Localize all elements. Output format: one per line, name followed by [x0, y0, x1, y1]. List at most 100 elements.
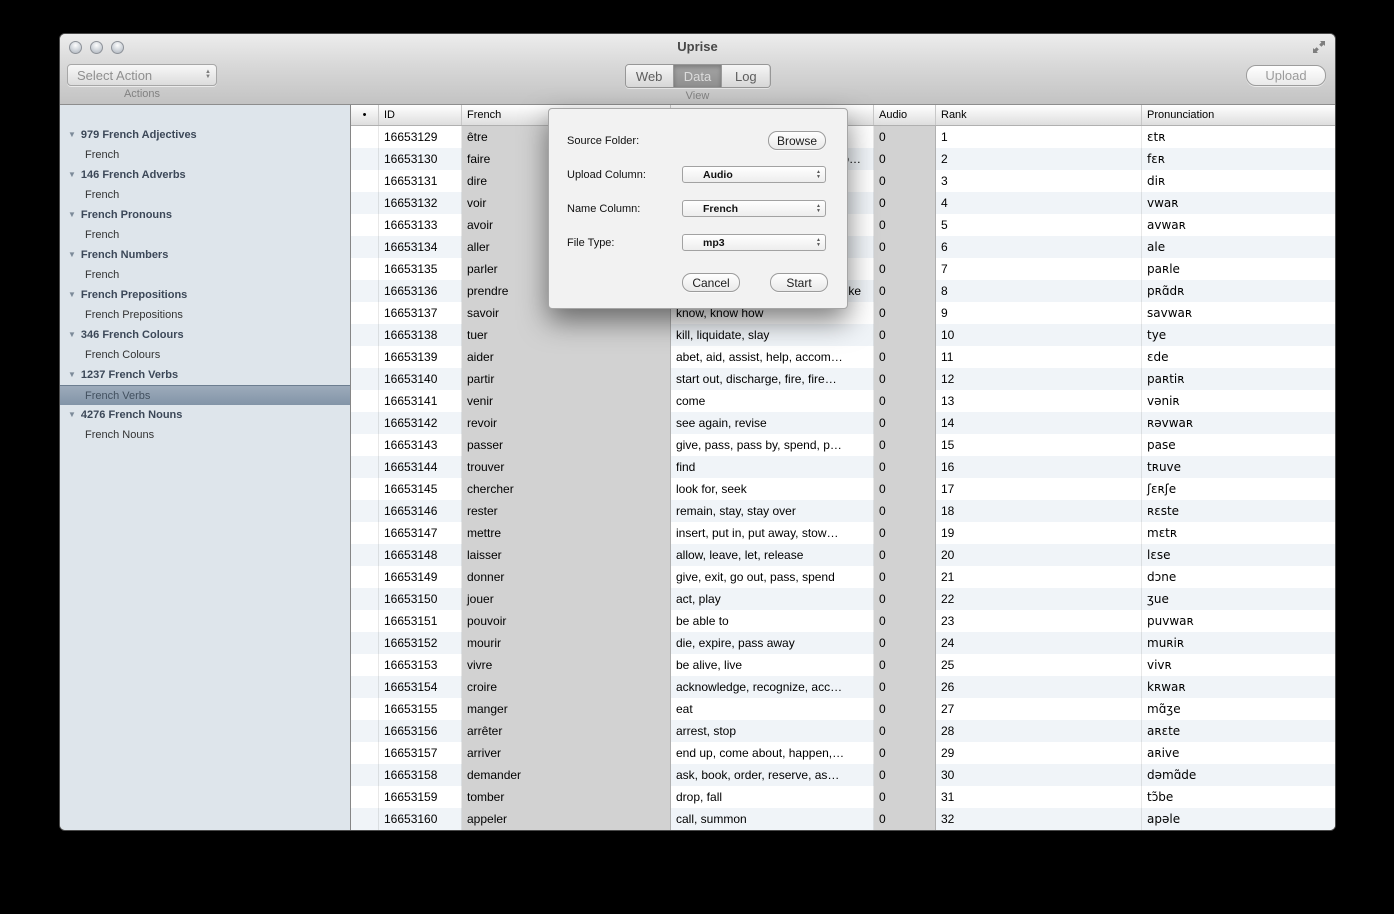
- disclosure-triangle-icon[interactable]: ▼: [68, 325, 76, 345]
- cell-english: act, play: [671, 588, 874, 610]
- column-header[interactable]: Audio: [874, 105, 936, 125]
- table-row[interactable]: 16653143 passer give, pass, pass by, spend…: [351, 434, 1335, 456]
- cell-french: tomber: [462, 786, 671, 808]
- upload-button[interactable]: Upload: [1246, 65, 1326, 86]
- cell-rank: 19: [936, 522, 1142, 544]
- sidebar-item[interactable]: French Nouns: [60, 425, 350, 445]
- table-row[interactable]: 16653140 partir start out, discharge, fire…: [351, 368, 1335, 390]
- cell-marker: [351, 170, 379, 192]
- cell-marker: [351, 654, 379, 676]
- table-row[interactable]: 16653157 arriver end up, come about, happe…: [351, 742, 1335, 764]
- table-row[interactable]: 16653144 trouver find 0 16 tʀuve: [351, 456, 1335, 478]
- table-row[interactable]: 16653160 appeler call, summon 0 32 apəle: [351, 808, 1335, 830]
- window-title: Uprise: [677, 39, 718, 54]
- column-header[interactable]: ID: [379, 105, 462, 125]
- table-row[interactable]: 16653153 vivre be alive, live 0 25 vivʀ: [351, 654, 1335, 676]
- sidebar-group-header[interactable]: ▼ French Numbers: [60, 245, 350, 265]
- cell-english: look for, seek: [671, 478, 874, 500]
- cell-english: give, exit, go out, pass, spend: [671, 566, 874, 588]
- cell-id: 16653151: [379, 610, 462, 632]
- cell-id: 16653153: [379, 654, 462, 676]
- cell-id: 16653142: [379, 412, 462, 434]
- sidebar-group-header[interactable]: ▼ 979 French Adjectives: [60, 125, 350, 145]
- cell-audio: 0: [874, 500, 936, 522]
- browse-button[interactable]: Browse: [768, 131, 826, 150]
- upload-dialog: Source Folder: Browse Upload Column: Audio ▲…: [548, 108, 848, 309]
- sidebar-group-header[interactable]: ▼ 146 French Adverbs: [60, 165, 350, 185]
- fullscreen-icon[interactable]: [1312, 40, 1326, 54]
- table-row[interactable]: 16653159 tomber drop, fall 0 31 tɔ̃be: [351, 786, 1335, 808]
- sidebar-group-header[interactable]: ▼ 1237 French Verbs: [60, 365, 350, 385]
- disclosure-triangle-icon[interactable]: ▼: [68, 285, 76, 305]
- cancel-button[interactable]: Cancel: [682, 273, 740, 292]
- table-row[interactable]: 16653138 tuer kill, liquidate, slay 0 10 tye: [351, 324, 1335, 346]
- table-row[interactable]: 16653146 rester remain, stay, stay over 0 18…: [351, 500, 1335, 522]
- name-column-select[interactable]: French ▲ ▼: [682, 200, 826, 217]
- table-row[interactable]: 16653156 arrêter arrest, stop 0 28 aʀɛte: [351, 720, 1335, 742]
- disclosure-triangle-icon[interactable]: ▼: [68, 205, 76, 225]
- table-row[interactable]: 16653141 venir come 0 13 vəniʀ: [351, 390, 1335, 412]
- sidebar-group-header[interactable]: ▼ 346 French Colours: [60, 325, 350, 345]
- select-action-dropdown[interactable]: Select Action ▲ ▼: [67, 64, 217, 86]
- cell-id: 16653141: [379, 390, 462, 412]
- sidebar-item[interactable]: French: [60, 145, 350, 165]
- cell-audio: 0: [874, 632, 936, 654]
- cell-id: 16653144: [379, 456, 462, 478]
- table-row[interactable]: 16653155 manger eat 0 27 mɑ̃ʒe: [351, 698, 1335, 720]
- window-content: ▼ 979 French Adjectives French ▼ 146 French …: [60, 105, 1335, 830]
- upload-column-select[interactable]: Audio ▲ ▼: [682, 166, 826, 183]
- column-header[interactable]: Rank: [936, 105, 1142, 125]
- sidebar-group-title: French Prepositions: [80, 289, 188, 301]
- cell-rank: 18: [936, 500, 1142, 522]
- file-type-select[interactable]: mp3 ▲ ▼: [682, 234, 826, 251]
- disclosure-triangle-icon[interactable]: ▼: [68, 165, 76, 185]
- disclosure-triangle-icon[interactable]: ▼: [68, 365, 76, 385]
- table-row[interactable]: 16653154 croire acknowledge, recognize, ac…: [351, 676, 1335, 698]
- column-header[interactable]: •: [351, 105, 379, 125]
- table-row[interactable]: 16653148 laisser allow, leave, let, releas…: [351, 544, 1335, 566]
- sidebar-item[interactable]: French: [60, 225, 350, 245]
- cell-id: 16653150: [379, 588, 462, 610]
- cell-audio: 0: [874, 192, 936, 214]
- actions-label: Actions: [123, 88, 161, 100]
- cell-pron: mɑ̃ʒe: [1147, 702, 1181, 716]
- sidebar-item[interactable]: French: [60, 185, 350, 205]
- column-header[interactable]: Pronunciation: [1142, 105, 1335, 125]
- cell-french: donner: [462, 566, 671, 588]
- cell-french: trouver: [462, 456, 671, 478]
- cell-audio: 0: [874, 478, 936, 500]
- table-row[interactable]: 16653151 pouvoir be able to 0 23 puvwaʀ: [351, 610, 1335, 632]
- segment-log[interactable]: Log: [722, 65, 770, 87]
- sidebar-item[interactable]: French Verbs: [60, 385, 350, 405]
- disclosure-triangle-icon[interactable]: ▼: [68, 245, 76, 265]
- disclosure-triangle-icon[interactable]: ▼: [68, 125, 76, 145]
- table-row[interactable]: 16653152 mourir die, expire, pass away 0 24 m…: [351, 632, 1335, 654]
- cell-audio: 0: [874, 390, 936, 412]
- table-row[interactable]: 16653145 chercher look for, seek 0 17 ʃɛʀʃe: [351, 478, 1335, 500]
- cell-pron: fɛʀ: [1147, 152, 1165, 166]
- cell-audio: 0: [874, 456, 936, 478]
- sidebar-group-header[interactable]: ▼ 4276 French Nouns: [60, 405, 350, 425]
- sidebar-group-header[interactable]: ▼ French Prepositions: [60, 285, 350, 305]
- sidebar-group-header[interactable]: ▼ French Pronouns: [60, 205, 350, 225]
- cell-french: passer: [462, 434, 671, 456]
- table-row[interactable]: 16653149 donner give, exit, go out, pass, …: [351, 566, 1335, 588]
- start-button[interactable]: Start: [770, 273, 828, 292]
- table-row[interactable]: 16653142 revoir see again, revise 0 14 ʀəvwaʀ: [351, 412, 1335, 434]
- table-row[interactable]: 16653139 aider abet, aid, assist, help, ac…: [351, 346, 1335, 368]
- cell-id: 16653138: [379, 324, 462, 346]
- cell-id: 16653129: [379, 126, 462, 148]
- segment-web[interactable]: Web: [625, 65, 674, 87]
- sidebar-item[interactable]: French Prepositions: [60, 305, 350, 325]
- disclosure-triangle-icon[interactable]: ▼: [68, 405, 76, 425]
- cell-id: 16653158: [379, 764, 462, 786]
- sidebar-item[interactable]: French: [60, 265, 350, 285]
- dialog-field-label: Name Column:: [567, 202, 641, 215]
- table-row[interactable]: 16653158 demander ask, book, order, reserv…: [351, 764, 1335, 786]
- sidebar-item[interactable]: French Colours: [60, 345, 350, 365]
- table-row[interactable]: 16653150 jouer act, play 0 22 ʒue: [351, 588, 1335, 610]
- cell-french: appeler: [462, 808, 671, 830]
- table-row[interactable]: 16653147 mettre insert, put in, put away, …: [351, 522, 1335, 544]
- segment-data[interactable]: Data: [673, 65, 723, 87]
- cell-french: arriver: [462, 742, 671, 764]
